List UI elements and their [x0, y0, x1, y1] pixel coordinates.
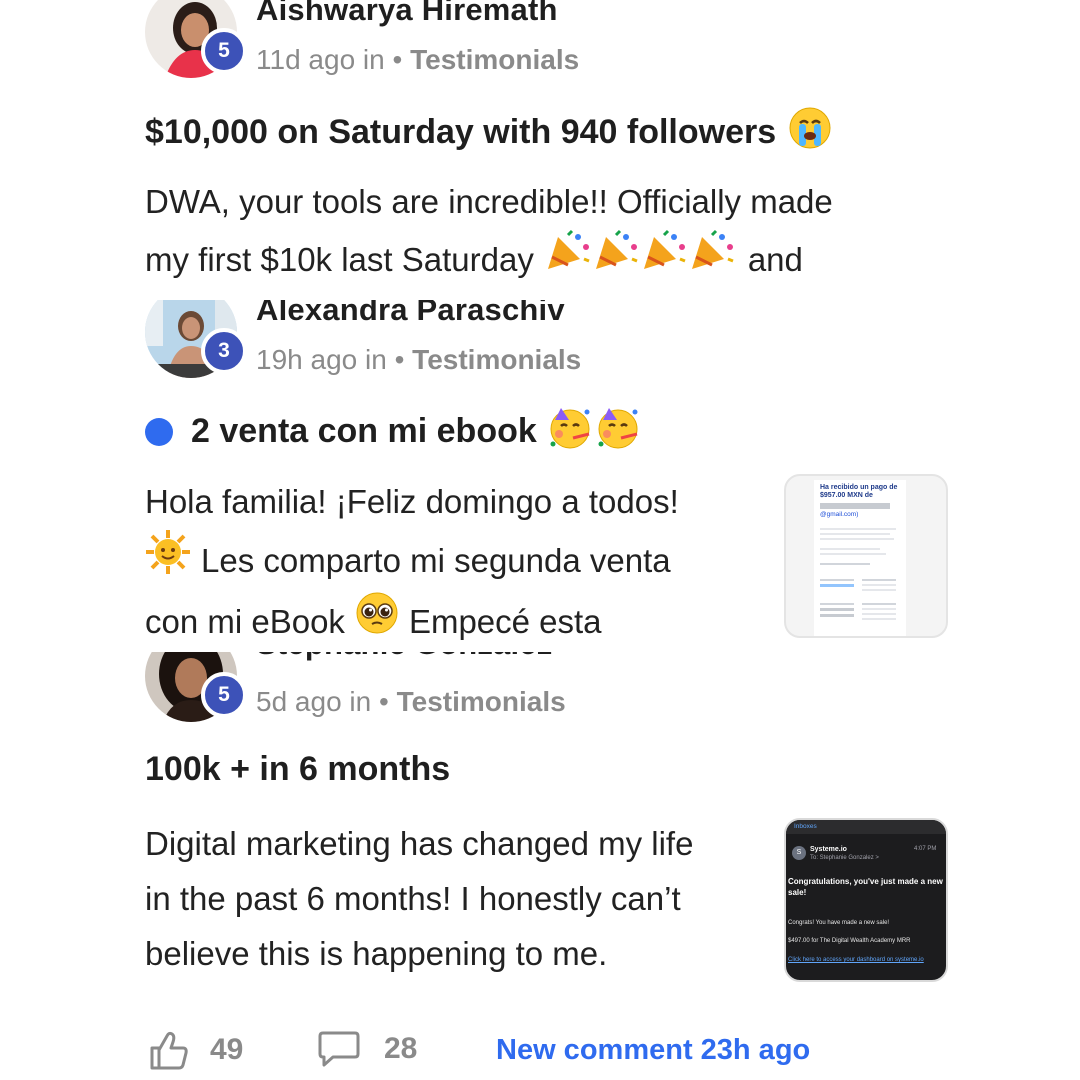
party-popper-icon: [592, 229, 640, 289]
post-attachment-thumbnail[interactable]: Ha recibido un pago de $957.00 MXN de @g…: [784, 474, 948, 638]
body-line: Les comparto mi segunda venta: [145, 529, 679, 591]
partying-face-icon: [547, 404, 593, 459]
like-button[interactable]: 49: [148, 1030, 243, 1070]
text-line: [820, 528, 896, 530]
post-title[interactable]: $10,000 on Saturday with 940 followers: [145, 106, 832, 159]
receipt-email: @gmail.com): [820, 511, 859, 518]
post-time: 11d ago in: [256, 44, 385, 75]
post-actions-bar: 49 28 New comment 23h ago: [0, 1020, 1080, 1080]
receipt-columns: [820, 579, 900, 591]
like-count: 49: [210, 1033, 244, 1066]
author-name[interactable]: Aishwarya Hiremath: [256, 0, 558, 28]
author-avatar-wrap[interactable]: 3: [145, 300, 247, 378]
comment-button[interactable]: 28: [318, 1030, 417, 1068]
meta-separator: •: [392, 44, 403, 75]
post-card-1[interactable]: 5 Aishwarya Hiremath 11d ago in • Testim…: [0, 0, 1080, 295]
post-attachment-thumbnail[interactable]: Inboxes S Systeme.io To: Stephanie Gonza…: [784, 818, 948, 982]
post-body: Digital marketing has changed my life in…: [145, 816, 693, 981]
email-link: Click here to access your dashboard on s…: [788, 957, 924, 963]
body-line: my first $10k last Saturday and: [145, 229, 833, 289]
text-line: [820, 553, 886, 555]
email-recipient: To: Stephanie Gonzalez >: [810, 855, 879, 861]
new-comment-link[interactable]: New comment 23h ago: [496, 1034, 810, 1067]
unread-dot-icon: [145, 417, 173, 446]
inbox-header: Inboxes: [786, 820, 946, 834]
category-link[interactable]: Testimonials: [412, 344, 581, 375]
email-line: $497.00 for The Digital Wealth Academy M…: [788, 938, 911, 944]
comment-icon: [318, 1030, 360, 1068]
post-time: 19h ago in: [256, 344, 387, 375]
body-line-text: and: [747, 240, 803, 278]
pleading-face-icon: [355, 591, 399, 645]
body-line-text: con mi eBook: [145, 602, 345, 640]
email-subject: Congratulations, you've just made a new …: [788, 877, 943, 897]
email-sender: Systeme.io: [810, 846, 847, 853]
body-line-text: my first $10k last Saturday: [145, 240, 534, 278]
party-popper-icon: [640, 229, 688, 289]
body-line: Digital marketing has changed my life: [145, 825, 694, 862]
post-body: DWA, your tools are incredible!! Officia…: [145, 174, 833, 289]
comment-count: 28: [384, 1032, 418, 1065]
author-name[interactable]: Stephanie Gonzalez: [256, 652, 552, 662]
party-popper-icon: [688, 229, 736, 289]
body-line: believe this is happening to me.: [145, 935, 608, 972]
body-line: in the past 6 months! I honestly can’t: [145, 880, 681, 917]
thumbs-up-icon: [148, 1030, 190, 1070]
party-popper-icons: [544, 229, 736, 289]
body-line: con mi eBook Empecé esta: [145, 591, 679, 645]
receipt-preview: Ha recibido un pago de $957.00 MXN de @g…: [814, 480, 906, 636]
sun-face-icon: [145, 529, 191, 591]
sob-icon: [788, 106, 832, 159]
post-meta: 11d ago in • Testimonials: [256, 44, 579, 76]
author-avatar-wrap[interactable]: 5: [145, 652, 247, 722]
post-title[interactable]: 100k + in 6 months: [145, 750, 450, 789]
text-line: [820, 548, 880, 550]
meta-separator: •: [379, 686, 389, 717]
post-title-text: $10,000 on Saturday with 940 followers: [145, 113, 777, 151]
text-line: [820, 538, 894, 540]
level-badge: 5: [201, 28, 247, 74]
text-line: [820, 533, 890, 535]
author-name[interactable]: Alexandra Paraschiv: [256, 300, 565, 328]
redacted-bar: [820, 503, 890, 509]
receipt-heading: Ha recibido un pago de $957.00 MXN de: [820, 484, 898, 499]
body-line-text: Empecé esta: [408, 602, 602, 640]
email-time: 4:07 PM: [914, 846, 937, 852]
body-line: DWA, your tools are incredible!! Officia…: [145, 183, 833, 220]
post-title-text: 2 venta con mi ebook: [191, 412, 537, 450]
post-meta: 5d ago in • Testimonials: [256, 686, 566, 718]
level-badge: 3: [201, 328, 247, 374]
category-link[interactable]: Testimonials: [410, 44, 579, 75]
receipt-columns: [820, 603, 900, 620]
post-meta: 19h ago in • Testimonials: [256, 344, 581, 376]
post-card-2[interactable]: 3 Alexandra Paraschiv 19h ago in • Testi…: [0, 300, 1080, 645]
post-time: 5d ago in: [256, 686, 372, 717]
body-line: Hola familia! ¡Feliz domingo a todos!: [145, 483, 679, 520]
text-line: [820, 563, 870, 565]
party-popper-icon: [544, 229, 592, 289]
post-title-text: 100k + in 6 months: [145, 750, 451, 788]
author-avatar-wrap[interactable]: 5: [145, 0, 247, 78]
partying-face-icon: [595, 404, 641, 459]
sender-avatar: S: [792, 846, 806, 860]
post-body: Hola familia! ¡Feliz domingo a todos! Le…: [145, 474, 679, 645]
post-card-3[interactable]: 5 Stephanie Gonzalez 5d ago in • Testimo…: [0, 652, 1080, 992]
email-line: Congrats! You have made a new sale!: [788, 920, 890, 926]
body-line-text: Les comparto mi segunda venta: [201, 541, 671, 579]
category-link[interactable]: Testimonials: [397, 686, 566, 717]
post-title[interactable]: 2 venta con mi ebook: [145, 404, 641, 459]
meta-separator: •: [394, 344, 405, 375]
level-badge: 5: [201, 672, 247, 718]
